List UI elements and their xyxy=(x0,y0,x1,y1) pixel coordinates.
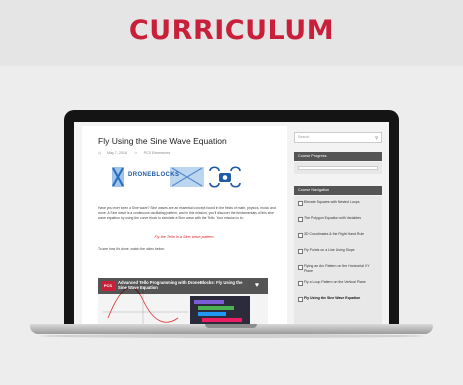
code-blocks-thumbnail xyxy=(190,296,250,326)
search-placeholder: Search xyxy=(298,135,310,139)
calendar-icon: ◷ xyxy=(98,151,102,155)
checkbox-icon[interactable] xyxy=(298,232,303,238)
mission-text: Fly the Tello in a Sine wave pattern. xyxy=(154,235,215,239)
video-intro-text: To see how it's done, watch the video be… xyxy=(98,247,165,251)
laptop-shadow xyxy=(40,334,423,338)
laptop-screen: Fly Using the Sine Wave Equation ◷ May 7,… xyxy=(74,122,389,326)
course-progress-widget xyxy=(294,162,382,174)
user-icon: ☺ xyxy=(133,151,138,155)
laptop-lid: Fly Using the Sine Wave Equation ◷ May 7,… xyxy=(64,110,399,326)
header-banner: CURRICULUM xyxy=(0,0,463,66)
lesson-title: Fly Using the Sine Wave Equation xyxy=(98,136,227,146)
checkbox-icon[interactable] xyxy=(298,280,303,286)
course-progress-heading: Course Progress xyxy=(294,152,382,161)
lesson-author[interactable]: PCS Edventures xyxy=(144,151,171,155)
droneblocks-logo: DRONEBLOCKS xyxy=(112,164,247,190)
course-navigation-heading: Course Navigation xyxy=(294,186,382,195)
lesson-article: Fly Using the Sine Wave Equation ◷ May 7,… xyxy=(82,126,287,326)
video-title-bar: PCS Advanced Tello Programming with Dron… xyxy=(98,278,268,294)
nav-item-label[interactable]: Fly Using the Sine Wave Equation xyxy=(304,296,378,301)
checkbox-icon[interactable] xyxy=(298,200,303,206)
search-icon[interactable]: ⚲ xyxy=(375,135,378,140)
nav-item-label[interactable]: The Polygon Equation with Variables xyxy=(304,216,378,221)
checkbox-icon[interactable] xyxy=(298,248,303,254)
nav-item-label[interactable]: Fly Points on a Line Using Slope xyxy=(304,248,378,253)
drone-icon xyxy=(209,166,241,188)
checkbox-icon[interactable] xyxy=(298,296,303,302)
nav-item-label[interactable]: 3D Coordinates & the Right Hand Rule xyxy=(304,232,378,237)
nav-item-label[interactable]: Fly a Loop Pattern on the Vertical Plane xyxy=(304,280,378,285)
nav-item-label[interactable]: Flying an Arc Pattern on the Horizontal … xyxy=(304,264,378,274)
heart-icon[interactable]: ♥ xyxy=(252,282,262,290)
logo-text: DRONEBLOCKS xyxy=(128,172,180,178)
lesson-intro: Have you ever seen a Sine wave? Sine wav… xyxy=(98,206,276,220)
laptop-notch xyxy=(205,324,257,328)
search-input[interactable]: Search ⚲ xyxy=(294,132,382,143)
nav-item-label[interactable]: Elevate Squares with Nested Loops xyxy=(304,200,378,205)
course-progress-bar xyxy=(298,166,378,170)
sidebar: Search ⚲ Course Progress Course Navigati… xyxy=(294,126,384,326)
page-title: CURRICULUM xyxy=(128,15,335,46)
channel-badge: PCS xyxy=(101,281,115,291)
checkbox-icon[interactable] xyxy=(298,264,303,270)
video-title[interactable]: Advanced Tello Programming with DroneBlo… xyxy=(118,280,246,290)
video-player[interactable]: PCS Advanced Tello Programming with Dron… xyxy=(98,278,268,326)
checkbox-icon[interactable] xyxy=(298,216,303,222)
lesson-date: May 7, 2018 xyxy=(107,151,127,155)
lesson-meta: ◷ May 7, 2018 ☺ PCS Edventures xyxy=(98,151,176,155)
